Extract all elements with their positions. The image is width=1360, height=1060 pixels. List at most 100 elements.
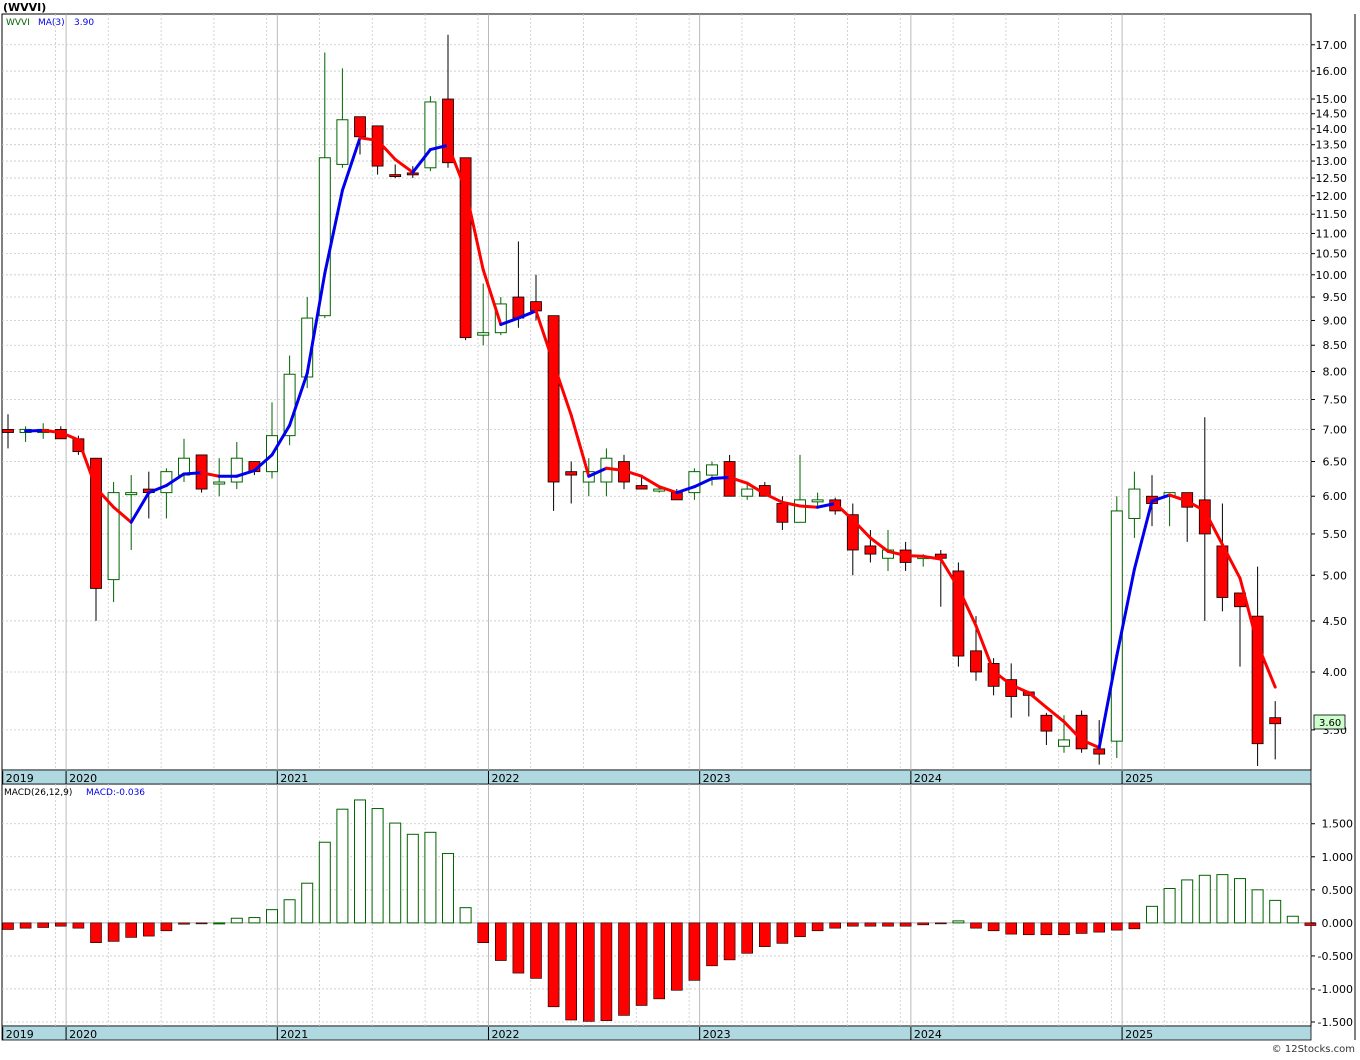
price-tick-label: 7.00 [1323, 423, 1348, 436]
price-tick-label: 10.50 [1316, 248, 1348, 261]
price-x-label: 2025 [1125, 772, 1153, 785]
candle-body-up [477, 332, 490, 336]
macd-bar-negative [530, 922, 542, 979]
macd-bar-negative [899, 922, 912, 927]
macd-bar-negative [1128, 922, 1141, 930]
macd-bar-negative [494, 922, 507, 961]
candle-body-up [213, 481, 226, 485]
price-tick-label: 11.00 [1316, 227, 1348, 240]
price-tick-label: 12.00 [1316, 190, 1348, 203]
price-tick-label: 7.50 [1323, 394, 1348, 407]
macd-bar-negative [846, 922, 859, 927]
ma-segment [710, 475, 732, 481]
price-tick-label: 5.50 [1323, 528, 1348, 541]
ma-segment [798, 504, 820, 509]
candle-body-down [1093, 748, 1106, 755]
ma-segment [904, 553, 925, 558]
macd-bar-negative [882, 922, 894, 927]
macd-bar-negative [582, 922, 595, 1022]
ma-legend-label: MA(3) [38, 18, 65, 28]
macd-bar-negative [195, 922, 208, 925]
macd-bar-positive [1251, 889, 1264, 924]
macd-bar-negative [477, 922, 490, 943]
macd-bar-negative [2, 922, 14, 930]
candle [459, 157, 472, 341]
macd-tick-label: 1.500 [1322, 818, 1354, 831]
macd-bar-negative [37, 922, 50, 928]
macd-bar-negative [54, 922, 67, 927]
price-tick-label: 12.50 [1316, 172, 1348, 185]
candle-body-down [1040, 714, 1053, 732]
candle-body-down [1075, 714, 1088, 750]
candle-body-up [794, 499, 806, 523]
macd-bar-positive [283, 899, 296, 924]
macd-bar-positive [318, 841, 331, 924]
price-tick-label: 6.00 [1323, 490, 1348, 503]
price-x-label: 2022 [491, 772, 519, 785]
macd-bar-positive [424, 831, 437, 924]
candle [1110, 496, 1123, 759]
macd-bar-negative [547, 922, 560, 1008]
macd-x-label: 2020 [69, 1028, 97, 1041]
macd-bar-positive [1234, 878, 1246, 924]
price-tick-label: 16.00 [1316, 65, 1348, 78]
macd-x-label: 2025 [1125, 1028, 1153, 1041]
macd-bar-negative [107, 922, 120, 942]
macd-bar-negative [917, 922, 930, 926]
price-tick-label: 14.00 [1316, 123, 1348, 136]
macd-bar-positive [389, 822, 402, 924]
macd-bar-positive [459, 907, 472, 924]
price-tick-label: 10.00 [1316, 269, 1348, 282]
candle-body-up [1110, 510, 1123, 742]
macd-bar-positive [1286, 915, 1299, 924]
candle-body-down [2, 429, 14, 433]
macd-x-label: 2019 [6, 1028, 34, 1041]
macd-x-label: 2022 [491, 1028, 519, 1041]
candle-body-down [565, 471, 578, 476]
price-tick-label: 9.50 [1323, 291, 1348, 304]
price-legend-symbol: WVVI [6, 18, 30, 28]
chart-stage: 17.00 16.00 15.00 14.50 14.00 13.50 13.00 12.50… [0, 0, 1360, 1056]
macd-bar-negative [1040, 922, 1053, 936]
candle-body-up [230, 457, 243, 483]
candle [547, 315, 560, 511]
macd-bar-negative [125, 922, 137, 938]
price-x-label: 2021 [280, 772, 308, 785]
macd-bar-positive [336, 808, 349, 924]
macd-bar-negative [706, 922, 718, 967]
macd-tick-label: 0.000 [1322, 917, 1354, 930]
macd-bar-positive [1198, 874, 1211, 924]
macd-bar-positive [266, 909, 278, 924]
price-tick-label: 8.50 [1323, 339, 1348, 352]
macd-bar-negative [829, 922, 842, 929]
macd-bar-negative [1005, 922, 1018, 935]
candle-body-down [635, 485, 648, 490]
macd-bar-positive [354, 799, 366, 924]
macd-bar-negative [794, 922, 806, 938]
price-tick-label: 15.00 [1316, 93, 1348, 106]
candle-body-down [1269, 717, 1282, 725]
macd-bar-negative [811, 922, 824, 932]
macd-bar-negative [160, 922, 173, 932]
candle [1075, 710, 1088, 753]
macd-legend-value: MACD:-0.036 [86, 788, 145, 798]
macd-bar-positive [952, 920, 965, 924]
candle-body-down [354, 116, 366, 138]
candle-body-up [336, 119, 349, 165]
macd-bar-negative [776, 922, 789, 944]
macd-bar-negative [600, 922, 613, 1021]
ma-legend-value: 3.90 [74, 18, 94, 28]
macd-tick-label: 0.500 [1322, 884, 1354, 897]
macd-bar-negative [1093, 922, 1105, 933]
macd-bar-negative [635, 922, 648, 1006]
macd-bar-negative [688, 922, 701, 981]
macd-bar-negative [987, 922, 1000, 932]
candle-body-down [459, 157, 472, 339]
candle-body-up [741, 488, 754, 497]
macd-tick-label: 1.000 [1322, 851, 1354, 864]
macd-bar-positive [1181, 879, 1194, 924]
macd-bar-negative [864, 922, 877, 927]
macd-bar-negative [72, 922, 85, 929]
candle-body-down [864, 545, 877, 555]
price-tick-label: 8.00 [1323, 366, 1348, 379]
